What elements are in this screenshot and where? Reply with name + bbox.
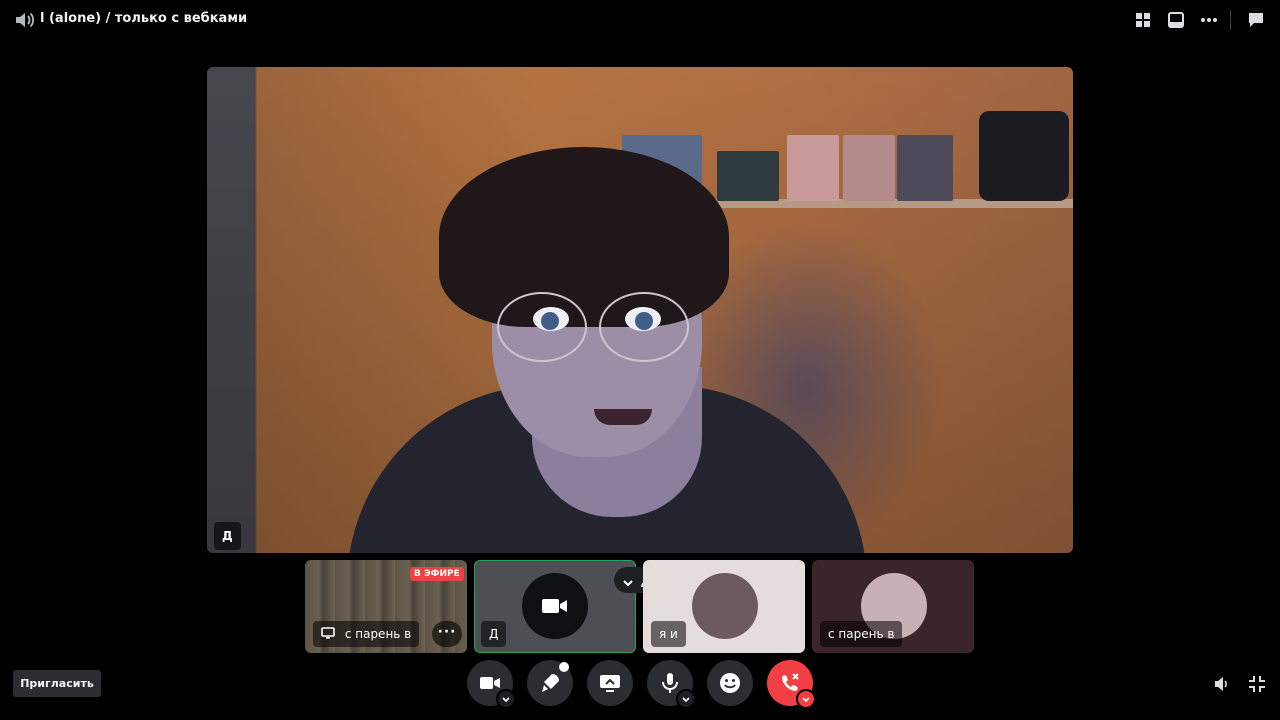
tile-name-tag: с парень в xyxy=(820,621,903,647)
live-badge: В ЭФИРЕ xyxy=(410,567,464,581)
tile-name: с парень в xyxy=(344,627,412,641)
rocket-icon xyxy=(542,674,559,692)
exit-fullscreen-icon[interactable] xyxy=(1248,675,1266,693)
video-person-glasses xyxy=(599,292,689,362)
activity-notification-dot xyxy=(559,662,569,672)
reactions-button[interactable] xyxy=(707,660,753,706)
volume-icon[interactable] xyxy=(1213,675,1231,693)
camera-options-caret[interactable] xyxy=(496,689,516,709)
tile-name-tag: с парень в xyxy=(313,621,420,647)
invite-button[interactable]: Пригласить xyxy=(13,670,101,697)
tile-name-tag: Д xyxy=(481,621,507,647)
grid-layout-icon[interactable] xyxy=(1133,10,1153,30)
video-book xyxy=(897,135,953,201)
screen-share-icon xyxy=(321,627,345,641)
participant-avatar xyxy=(692,573,758,639)
screen-share-icon xyxy=(600,675,620,692)
main-video-stream[interactable]: Д xyxy=(207,67,1073,553)
popout-window-icon[interactable] xyxy=(1166,10,1186,30)
smile-icon xyxy=(720,673,740,693)
video-book xyxy=(843,135,895,201)
header-divider xyxy=(1230,10,1231,30)
screen-share-button[interactable] xyxy=(587,660,633,706)
video-person-mouth xyxy=(594,409,652,425)
channel-title: l (alone) / только с вебками xyxy=(40,11,248,26)
disconnect-options-caret[interactable] xyxy=(796,689,816,709)
channel-voice-icon xyxy=(14,10,36,30)
more-options-icon[interactable] xyxy=(1199,10,1219,30)
camera-icon xyxy=(542,597,568,619)
video-frame xyxy=(717,151,779,201)
microphone-options-caret[interactable] xyxy=(676,689,696,709)
video-person-hair xyxy=(439,147,729,327)
video-person-glasses xyxy=(497,292,587,362)
tile-more-button[interactable]: ··· xyxy=(432,621,462,647)
main-participant-name: Д xyxy=(214,522,241,550)
video-backpack xyxy=(979,111,1069,201)
chat-icon[interactable] xyxy=(1246,10,1266,30)
tile-name-tag: я и xyxy=(651,621,686,647)
chevron-down-icon xyxy=(622,574,634,593)
video-book xyxy=(787,135,839,201)
